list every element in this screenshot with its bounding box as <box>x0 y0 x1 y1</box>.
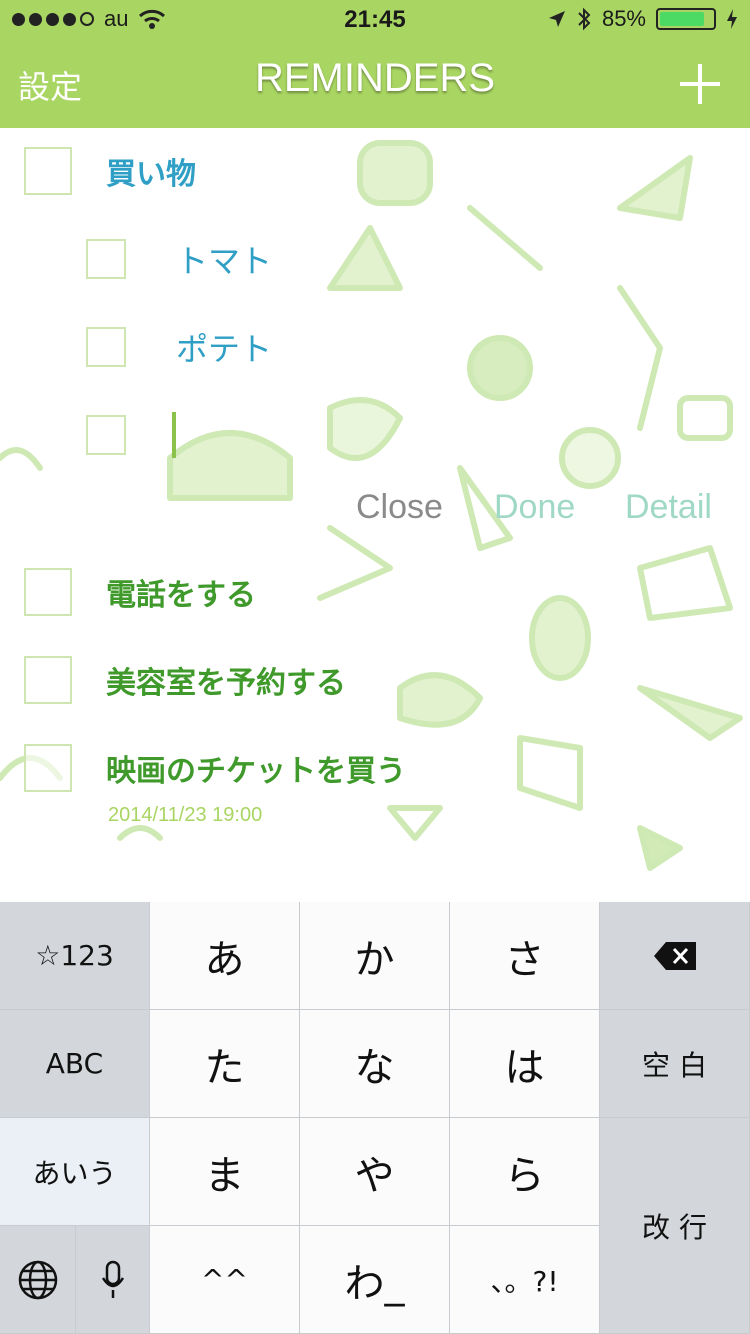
reminder-item[interactable]: 映画のチケットを買う <box>24 744 406 792</box>
punctuation-key[interactable]: 、。?! <box>450 1226 600 1334</box>
charging-icon <box>727 9 737 29</box>
reminder-checkbox[interactable] <box>24 656 72 704</box>
kana-mode-key[interactable]: あいう <box>0 1118 150 1226</box>
kana-key[interactable]: な <box>300 1010 450 1118</box>
battery-icon <box>656 8 716 30</box>
numbers-mode-key[interactable]: ☆123 <box>0 902 150 1010</box>
location-arrow-icon <box>548 11 565 27</box>
subtask-item[interactable]: トマト <box>86 236 272 282</box>
reminder-label: 映画のチケットを買う <box>106 754 406 789</box>
detail-button[interactable]: Detail <box>625 488 712 527</box>
return-key[interactable]: 改 行 <box>600 1118 750 1334</box>
abc-mode-key[interactable]: ABC <box>0 1010 150 1118</box>
bluetooth-icon <box>578 7 591 31</box>
kana-key[interactable]: は <box>450 1010 600 1118</box>
kana-key[interactable]: た <box>150 1010 300 1118</box>
globe-key[interactable] <box>0 1226 76 1334</box>
reminder-item[interactable]: 電話をする <box>24 568 256 616</box>
subtask-label: ポテト <box>176 330 273 368</box>
dictation-key[interactable] <box>76 1226 150 1334</box>
globe-icon <box>18 1260 57 1299</box>
reminder-label: 電話をする <box>106 578 256 613</box>
plus-icon[interactable] <box>680 64 720 104</box>
kana-key[interactable]: や <box>300 1118 450 1226</box>
reminder-item[interactable]: 買い物 <box>24 147 196 195</box>
backspace-key[interactable] <box>600 902 750 1010</box>
reminder-checkbox[interactable] <box>24 744 72 792</box>
reminder-checkbox[interactable] <box>24 147 72 195</box>
reminder-item[interactable]: 美容室を予約する <box>24 656 346 704</box>
reminder-checkbox[interactable] <box>24 568 72 616</box>
kana-key[interactable]: わ_ <box>300 1226 450 1334</box>
kana-key[interactable]: ら <box>450 1118 600 1226</box>
subtask-checkbox[interactable] <box>86 415 126 455</box>
subtask-item[interactable]: ポテト <box>86 324 272 370</box>
reminder-date: 2014/11/23 19:00 <box>108 804 263 826</box>
status-right: 85% <box>548 6 738 32</box>
subtask-checkbox[interactable] <box>86 239 126 279</box>
close-button[interactable]: Close <box>356 488 443 527</box>
backspace-icon <box>653 941 696 970</box>
emoticon-key[interactable]: ^^ <box>150 1226 300 1334</box>
kana-key[interactable]: さ <box>450 902 600 1010</box>
kana-key[interactable]: ま <box>150 1118 300 1226</box>
kana-key[interactable]: か <box>300 902 450 1010</box>
edit-actions: Close Done Detail <box>0 488 750 538</box>
text-cursor[interactable] <box>172 412 176 458</box>
new-subtask-item[interactable] <box>86 412 176 458</box>
microphone-icon <box>101 1260 124 1298</box>
subtask-checkbox[interactable] <box>86 327 126 367</box>
reminder-list[interactable]: 買い物 トマト ポテト Close Done Detail 電話をする 美容室を… <box>0 128 750 900</box>
done-button[interactable]: Done <box>494 488 575 527</box>
kana-key[interactable]: あ <box>150 902 300 1010</box>
space-key[interactable]: 空 白 <box>600 1010 750 1118</box>
reminder-label: 美容室を予約する <box>106 666 346 701</box>
status-bar: au 21:45 85% <box>0 0 750 40</box>
japanese-keyboard: ☆123 あ か さ ABC た な は 空 白 あいう ま や ら 改 行 ^… <box>0 902 750 1334</box>
navigation-bar: 設定 REMINDERS <box>0 40 750 128</box>
page-title: REMINDERS <box>254 56 496 100</box>
subtask-label: トマト <box>176 242 273 280</box>
battery-percent: 85% <box>601 6 646 31</box>
reminder-label: 買い物 <box>106 157 196 192</box>
